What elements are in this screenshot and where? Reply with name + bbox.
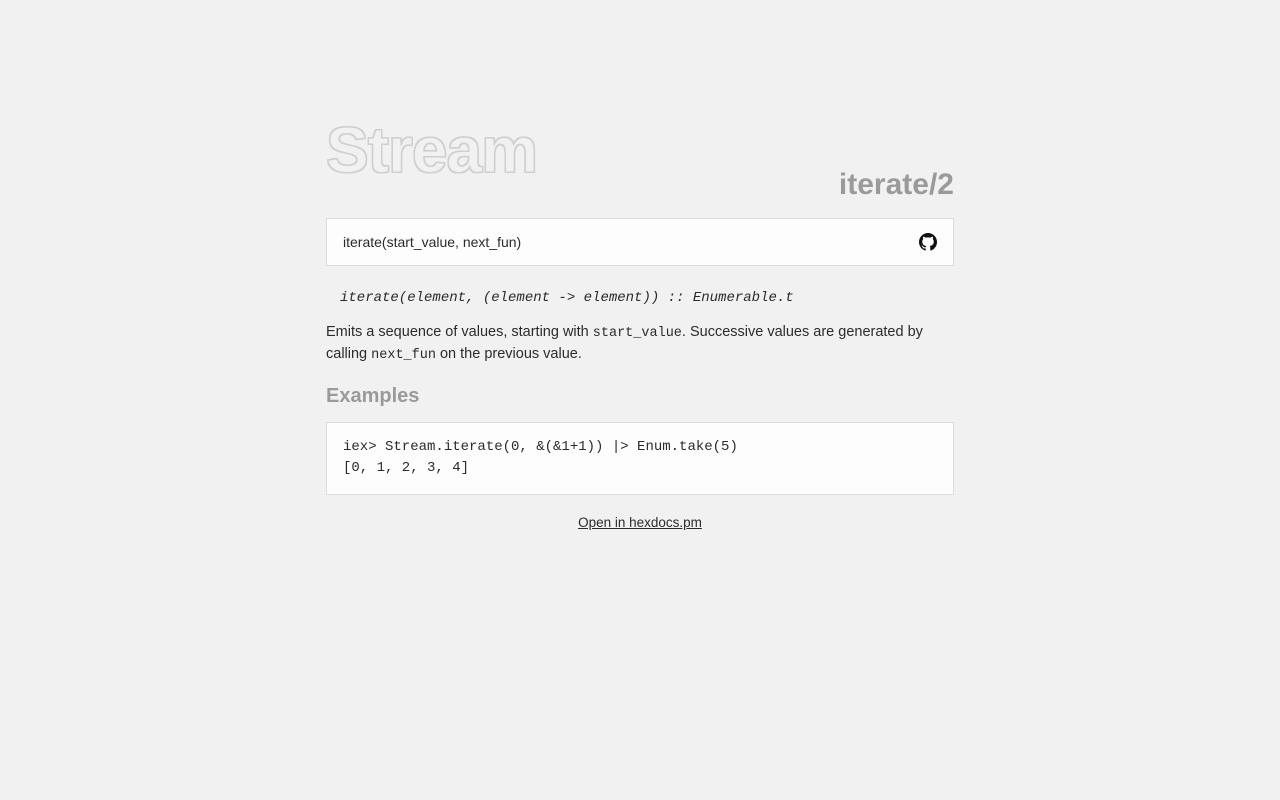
doc-container: Stream iterate/2 iterate(start_value, ne… [326, 0, 954, 530]
header: Stream iterate/2 [326, 90, 954, 206]
signature-text: iterate(start_value, next_fun) [343, 234, 521, 250]
desc-code-2: next_fun [371, 348, 436, 363]
desc-code-1: start_value [593, 326, 682, 341]
desc-part-3: on the previous value. [436, 346, 582, 362]
module-title: Stream [326, 118, 537, 182]
github-icon[interactable] [919, 233, 937, 251]
signature-box: iterate(start_value, next_fun) [326, 218, 954, 266]
desc-part-1: Emits a sequence of values, starting wit… [326, 324, 593, 340]
open-hexdocs-link[interactable]: Open in hexdocs.pm [326, 515, 954, 530]
function-heading: iterate/2 [839, 170, 954, 200]
example-code-block: iex> Stream.iterate(0, &(&1+1)) |> Enum.… [326, 422, 954, 495]
examples-heading: Examples [326, 385, 954, 408]
typespec: iterate(element, (element -> element)) :… [326, 290, 954, 306]
description: Emits a sequence of values, starting wit… [326, 322, 954, 367]
